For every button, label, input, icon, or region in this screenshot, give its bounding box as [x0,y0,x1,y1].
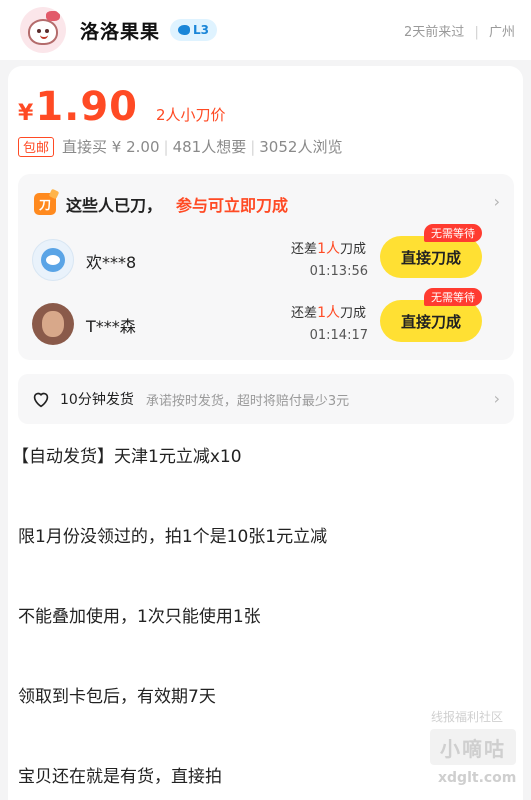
user-avatar[interactable] [32,239,74,281]
description-line: 【自动发货】天津1元立减x10 [12,447,242,467]
watermark-logo: 小嘀咕 [430,729,516,765]
user-avatar[interactable] [32,303,74,345]
need-suffix: 刀成 [339,306,366,321]
price-row: ¥ 1.90 2人小刀价 [8,84,226,130]
watermark-top: 线报福利社区 [431,710,504,724]
shipping-title: 10分钟发货 [60,392,134,408]
need-suffix: 刀成 [339,242,366,257]
seller-header: 洛洛果果 L3 2天前来过 | 广州 [0,0,531,60]
view-count: 3052人浏览 [259,138,343,156]
meta-separator: | [474,24,479,40]
direct-bargain-button[interactable]: 直接刀成 [380,300,482,342]
bargain-title-accent: 参与可立即刀成 [176,196,289,215]
bargain-user-name: 欢***8 [86,253,137,272]
want-count: 481人想要 [172,138,247,156]
seller-name[interactable]: 洛洛果果 [80,17,160,44]
bargain-user-name: T***森 [86,317,136,336]
seller-location: 广州 [488,24,515,40]
need-number: 1人 [317,241,340,257]
seller-avatar[interactable] [20,7,66,53]
price-currency: ¥ [18,101,34,126]
chevron-right-icon[interactable]: › [494,192,500,211]
description-line: 不能叠加使用，1次只能使用1张 [18,607,261,627]
bargain-item: T***森 还差1人刀成 01:14:17 直接刀成 无需等待 [32,288,500,358]
watermark-brand: 小嘀咕 [440,736,506,761]
heart-icon [30,388,52,410]
bargain-title: 这些人已刀， [66,196,163,215]
countdown-timer: 01:13:56 [309,264,368,279]
fish-icon [178,25,191,35]
description-line: 限1月份没领过的，拍1个是10张1元立减 [18,527,328,547]
bargain-card: 刀 这些人已刀， 参与可立即刀成 › 欢***8 还差1人刀成 01:13:56… [18,174,514,360]
no-wait-badge: 无需等待 [424,224,482,242]
seller-meta: 2天前来过 | 广州 [404,21,515,40]
knife-icon: 刀 [34,193,56,215]
free-shipping-badge: 包邮 [18,136,55,157]
price-tag: 2人小刀价 [156,106,226,124]
avatar-face [28,19,58,45]
direct-bargain-button[interactable]: 直接刀成 [380,236,482,278]
bargain-title-row[interactable]: 刀 这些人已刀， 参与可立即刀成 [34,192,288,216]
bargain-item: 欢***8 还差1人刀成 01:13:56 直接刀成 无需等待 [32,224,500,294]
description-line: 宝贝还在就是有货，直接拍 [18,767,222,787]
sub-separator: | [163,137,169,156]
seller-level-badge: L3 [170,19,218,41]
description-line: 领取到卡包后，有效期7天 [18,687,216,707]
direct-buy-price: 直接买 ¥ 2.00 [62,138,160,156]
shipping-promise-bar[interactable]: 10分钟发货 承诺按时发货，超时将赔付最少3元 › [18,374,514,424]
watermark-url: xdglt.com [438,770,517,786]
need-prefix: 还差 [291,306,318,321]
sub-separator: | [250,137,256,156]
last-seen: 2天前来过 [404,24,465,40]
price-value: 1.90 [35,84,139,130]
chevron-right-icon: › [493,389,500,408]
shipping-desc: 承诺按时发货，超时将赔付最少3元 [145,393,350,409]
need-count: 还差1人刀成 [256,302,366,322]
need-count: 还差1人刀成 [256,238,366,258]
need-prefix: 还差 [291,242,318,257]
sub-info-row: 包邮 直接买 ¥ 2.00 | 481人想要 | 3052人浏览 [18,136,342,157]
no-wait-badge: 无需等待 [424,288,482,306]
countdown-timer: 01:14:17 [309,328,368,343]
level-label: L3 [193,23,210,37]
avatar-bow-icon [46,11,60,21]
need-number: 1人 [317,305,340,321]
